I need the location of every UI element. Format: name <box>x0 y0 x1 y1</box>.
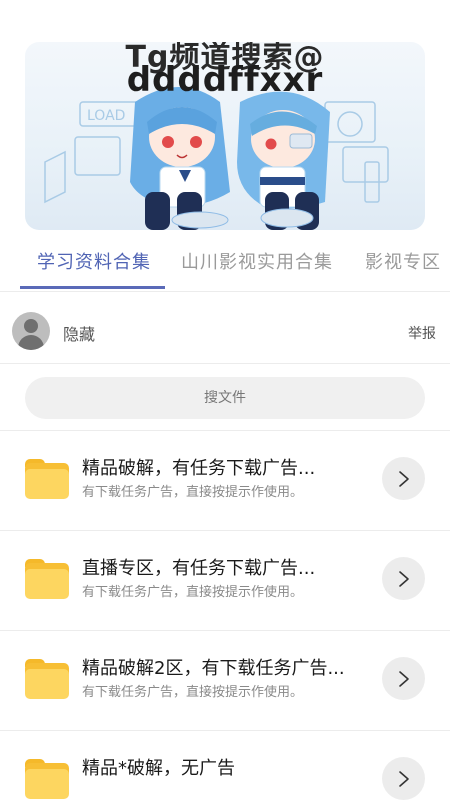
open-folder-button[interactable] <box>382 457 425 500</box>
folder-icon <box>25 557 69 599</box>
open-folder-button[interactable] <box>382 657 425 700</box>
owner-row: 隐藏 举报 <box>0 300 450 362</box>
file-description: 有下载任务广告，直接按提示作使用。 <box>82 485 304 500</box>
owner-name[interactable]: 隐藏 <box>63 321 95 345</box>
active-tab-indicator <box>20 286 165 289</box>
file-title: 精品*破解，无广告 <box>82 758 235 779</box>
file-description: 有下载任务广告，直接按提示作使用。 <box>82 685 304 700</box>
right-character <box>237 91 330 230</box>
folder-icon <box>25 757 69 799</box>
folder-icon <box>25 657 69 699</box>
chevron-right-icon <box>399 671 409 687</box>
banner-title-line2: ddddffxxr <box>126 60 324 100</box>
open-folder-button[interactable] <box>382 757 425 800</box>
file-title: 直播专区，有任务下载广告... <box>82 558 316 579</box>
folder-icon <box>25 457 69 499</box>
tab-shanchuan-video[interactable]: 山川影视实用合集 <box>181 248 333 274</box>
file-title: 精品破解，有任务下载广告... <box>82 458 316 479</box>
search-input[interactable] <box>25 390 425 406</box>
user-avatar-icon[interactable] <box>12 312 50 350</box>
list-item[interactable]: 精品破解，有任务下载广告... 有下载任务广告，直接按提示作使用。 <box>0 431 450 531</box>
tab-study-materials[interactable]: 学习资料合集 <box>37 248 151 274</box>
list-item[interactable]: 精品*破解，无广告 <box>0 731 450 800</box>
list-item[interactable]: 精品破解2区，有下载任务广告... 有下载任务广告，直接按提示作使用。 <box>0 631 450 731</box>
banner-image[interactable]: LOAD Tg频道搜索@ ddddffxxr <box>25 42 425 230</box>
left-character <box>130 87 230 230</box>
search-bar[interactable] <box>25 377 425 419</box>
file-description: 有下载任务广告，直接按提示作使用。 <box>82 585 304 600</box>
chevron-right-icon <box>399 771 409 787</box>
file-title: 精品破解2区，有下载任务广告... <box>82 658 345 679</box>
tab-video-zone[interactable]: 影视专区 <box>365 248 441 274</box>
banner-watermark: LOAD <box>87 108 125 124</box>
list-item[interactable]: 直播专区，有任务下载广告... 有下载任务广告，直接按提示作使用。 <box>0 531 450 631</box>
chevron-right-icon <box>399 571 409 587</box>
file-list: 精品破解，有任务下载广告... 有下载任务广告，直接按提示作使用。 直播专区，有… <box>0 431 450 800</box>
category-tabs: 学习资料合集 山川影视实用合集 影视专区 <box>0 240 450 292</box>
open-folder-button[interactable] <box>382 557 425 600</box>
report-link[interactable]: 举报 <box>408 323 436 343</box>
chevron-right-icon <box>399 471 409 487</box>
divider <box>0 363 450 364</box>
divider <box>0 291 450 292</box>
